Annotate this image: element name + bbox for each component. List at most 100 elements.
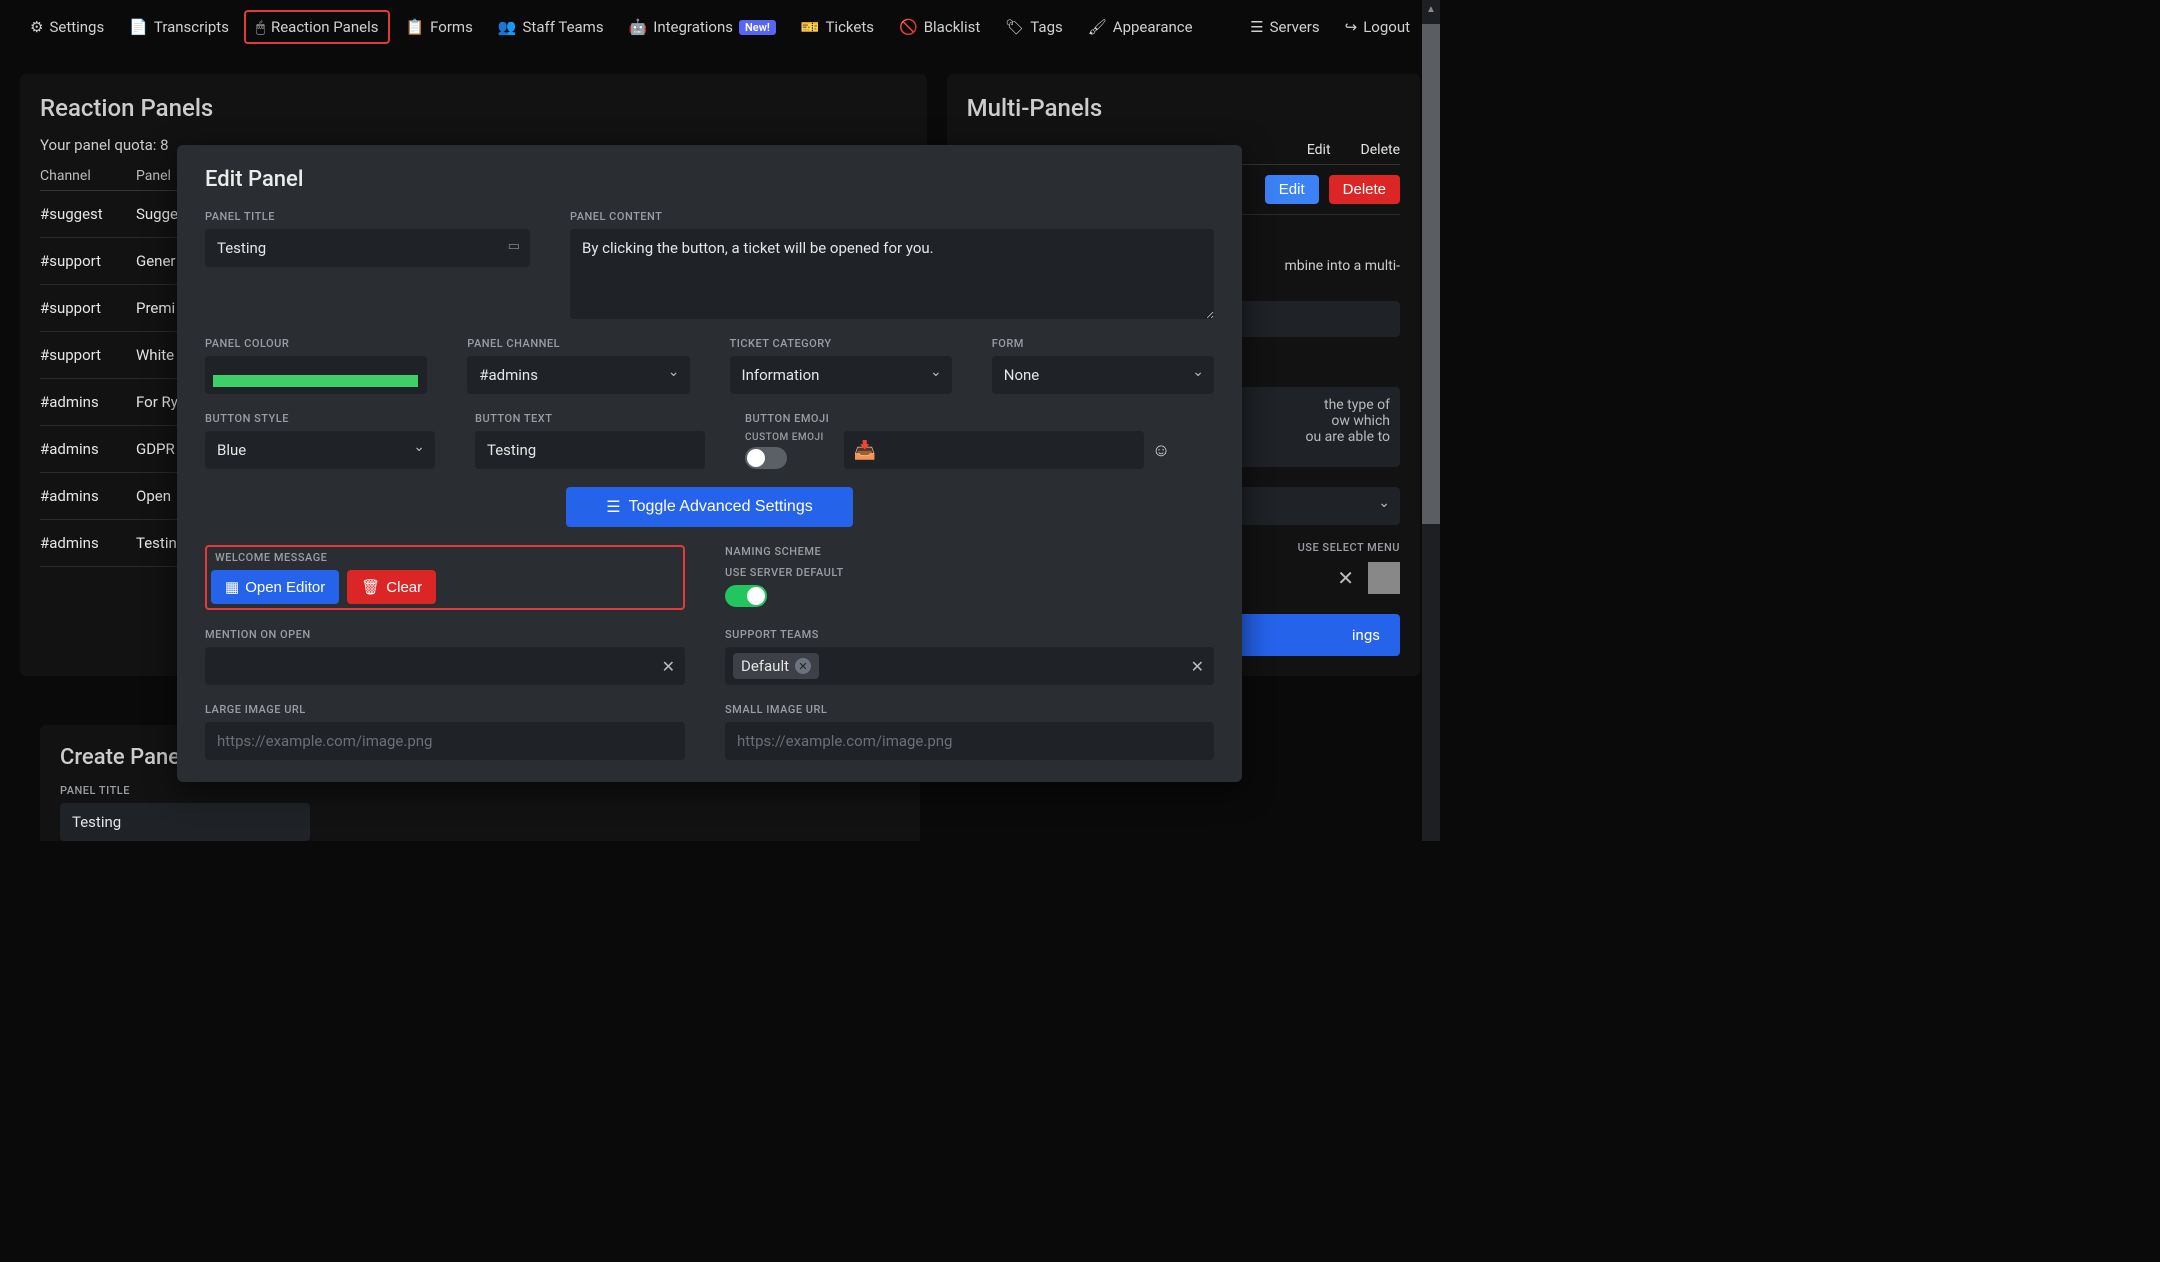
modal-title: Edit Panel [205,167,1214,192]
clear-icon[interactable]: ✕ [662,657,675,676]
new-badge: New! [739,20,776,35]
nav-label: Staff Teams [523,18,604,36]
emoji-picker-icon[interactable]: ☺ [1152,440,1170,461]
button-emoji-label: BUTTON EMOJI [745,412,1214,425]
mention-on-open-label: MENTION ON OPEN [205,628,685,641]
nav-label: Tags [1030,18,1062,36]
nav-tickets[interactable]: 🎫Tickets [791,10,884,44]
cell-panel: Premi [136,299,175,317]
nav-label: Reaction Panels [271,18,379,36]
panel-content-label: PANEL CONTENT [570,210,1214,223]
sliders-icon: ☰ [606,497,620,517]
delete-button[interactable]: Delete [1329,175,1400,204]
mention-on-open-input[interactable]: ✕ [205,647,685,685]
create-panel-title-input[interactable] [60,803,310,841]
custom-emoji-toggle[interactable] [745,447,787,469]
inbox-icon: 📥 [854,440,876,461]
button-text-label: BUTTON TEXT [475,412,705,425]
cell-channel: #support [40,299,120,317]
panel-title-label: PANEL TITLE [205,210,530,223]
panel-channel-label: PANEL CHANNEL [467,337,689,350]
cell-channel: #support [40,346,120,364]
scroll-thumb[interactable] [1422,24,1440,524]
use-server-default-toggle[interactable] [725,585,767,607]
panel-content-textarea[interactable]: By clicking the button, a ticket will be… [570,229,1214,319]
small-image-label: SMALL IMAGE URL [725,703,1214,716]
logout-icon: ↪ [1345,18,1358,36]
cell-channel: #admins [40,393,120,411]
reaction-panels-icon: 🖱 [256,18,265,36]
nav-reaction-panels[interactable]: 🖱 Reaction Panels [244,10,391,44]
page-scrollbar[interactable]: ▲ [1422,0,1440,841]
settings-icon: ⚙ [30,18,43,36]
cell-panel: Open [136,487,171,505]
appearance-icon: 🖌 [1088,18,1107,36]
clear-button[interactable]: 🗑 Clear [347,570,436,604]
multi-panels-title: Multi-Panels [967,94,1400,122]
transcripts-icon: 📄 [129,18,148,36]
cell-channel: #admins [40,534,120,552]
scroll-up-icon[interactable]: ▲ [1422,0,1440,18]
small-image-input[interactable] [725,722,1214,760]
nav-settings[interactable]: ⚙ Settings [20,10,114,44]
cell-channel: #support [40,252,120,270]
tags-icon: 🏷 [1005,18,1024,36]
nav-logout[interactable]: ↪Logout [1335,12,1420,42]
panel-title-input[interactable] [205,229,530,267]
edit-panel-modal: Edit Panel PANEL TITLE ▭ PANEL CONTENT B… [177,145,1242,782]
panel-channel-select[interactable]: #admins [467,356,689,394]
clear-icon[interactable]: ✕ [1191,657,1204,676]
toggle-advanced-button[interactable]: ☰ Toggle Advanced Settings [566,487,852,527]
nav-tags[interactable]: 🏷 Tags [995,10,1073,44]
emoji-input[interactable]: 📥 [844,431,1144,469]
trash-icon: 🗑 [361,578,380,596]
col-channel: Channel [40,168,120,184]
ticket-category-select[interactable]: Information [730,356,952,394]
create-panel-title-label: PANEL TITLE [60,784,900,797]
nav-transcripts[interactable]: 📄Transcripts [119,10,239,44]
cell-panel: For Ry [136,393,178,411]
cell-channel: #admins [40,487,120,505]
nav-appearance[interactable]: 🖌Appearance [1078,10,1203,44]
ticket-category-label: TICKET CATEGORY [730,337,952,350]
card-icon: ▭ [508,239,520,254]
large-image-label: LARGE IMAGE URL [205,703,685,716]
servers-icon: ☰ [1250,18,1263,36]
button-style-select[interactable]: Blue [205,431,435,469]
support-teams-label: SUPPORT TEAMS [725,628,1214,641]
large-image-input[interactable] [205,722,685,760]
nav-label: Servers [1270,18,1320,36]
integrations-icon: 🤖 [629,18,648,36]
colour-swatch [213,375,418,387]
nav-label: Tickets [825,18,874,36]
support-team-chip: Default ✕ [733,653,819,679]
cell-panel: White [136,346,174,364]
cell-panel: Sugge [136,205,178,223]
staff-teams-icon: 👥 [498,18,517,36]
nav-servers[interactable]: ☰ Servers [1240,12,1329,42]
support-teams-input[interactable]: Default ✕ ✕ [725,647,1214,685]
cell-channel: #suggest [40,205,120,223]
nav-label: Blacklist [924,18,981,36]
head-delete: Delete [1361,142,1400,158]
nav-forms[interactable]: 📋Forms [395,10,482,44]
nav-blacklist[interactable]: 🚫Blacklist [889,10,990,44]
remove-chip-icon[interactable]: ✕ [795,658,811,674]
form-select[interactable]: None [992,356,1214,394]
close-icon[interactable]: ✕ [1337,566,1354,590]
reaction-panels-title: Reaction Panels [40,94,907,122]
cell-panel: Testin [136,534,177,552]
custom-emoji-label: CUSTOM EMOJI [745,432,824,443]
select-menu-checkbox[interactable] [1368,562,1400,594]
nav-staff-teams[interactable]: 👥 Staff Teams [488,10,614,44]
use-server-default-label: USE SERVER DEFAULT [725,566,1214,579]
cell-channel: #admins [40,440,120,458]
panel-colour-input[interactable] [205,356,427,394]
naming-scheme-label: NAMING SCHEME [725,545,1214,558]
col-panel: Panel [136,168,171,184]
button-text-input[interactable] [475,431,705,469]
nav-integrations[interactable]: 🤖IntegrationsNew! [619,10,786,44]
edit-button[interactable]: Edit [1265,175,1319,204]
nav-label: Settings [49,18,104,36]
open-editor-button[interactable]: ▦ Open Editor [211,570,339,604]
